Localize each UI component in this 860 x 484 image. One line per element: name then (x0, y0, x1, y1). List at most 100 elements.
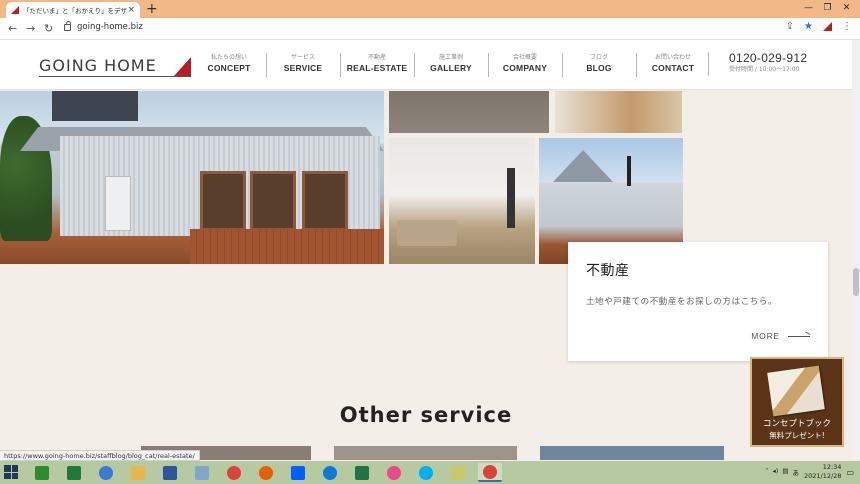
site-header: GOING HOME 私たちの想い CONCEPT サービス SERVICE 不… (0, 40, 852, 90)
more-link[interactable]: MORE (751, 331, 810, 341)
taskbar-notes-icon[interactable] (446, 463, 470, 482)
maximize-button[interactable]: ❐ (818, 3, 837, 13)
url-text: going-home.biz (77, 22, 143, 32)
nav-main-label: REAL-ESTATE (346, 63, 408, 73)
card-title: 不動産 (586, 263, 630, 279)
taskbar-excel-icon[interactable] (350, 463, 374, 482)
chevron-up-icon[interactable]: ˄ (765, 467, 768, 477)
app-glyph (227, 465, 241, 480)
app-glyph (323, 465, 337, 480)
nav-sub-label: 施工事例 (438, 54, 463, 61)
volume-icon[interactable]: ◂) (773, 467, 779, 477)
tab-close-icon[interactable]: × (127, 5, 135, 15)
taskbar-chrome-icon[interactable] (222, 463, 246, 482)
sofa-shape (397, 220, 457, 246)
main-nav: 私たちの想い CONCEPT サービス SERVICE 不動産 REAL-EST… (192, 53, 710, 77)
upper-windows (52, 91, 138, 121)
clock-date: 2021/12/28 (803, 472, 842, 480)
menu-icon[interactable]: ⋮ (842, 21, 852, 32)
arrow-right-icon (788, 335, 810, 337)
browser-tab[interactable]: 「ただいま」と「おかえり」をデザインする × (6, 2, 140, 18)
network-icon[interactable]: ▤ (782, 467, 788, 477)
app-glyph (451, 465, 465, 480)
scrollbar-thumb[interactable] (853, 268, 859, 296)
notification-icon[interactable]: ▭ (846, 468, 854, 477)
taskbar-apps (30, 463, 502, 482)
reload-icon[interactable]: ↻ (44, 22, 53, 36)
tab-title: 「ただいま」と「おかえり」をデザインする (23, 7, 127, 15)
living-room-photo (389, 138, 535, 264)
service-thumbnail[interactable] (540, 446, 724, 460)
ime-icon[interactable]: あ (792, 467, 799, 477)
taskbar-dropbox-icon[interactable] (286, 463, 310, 482)
nav-item-concept[interactable]: 私たちの想い CONCEPT (192, 53, 266, 77)
minimize-button[interactable]: — (799, 3, 818, 13)
nav-item-company[interactable]: 会社概要 COMPANY (488, 53, 562, 77)
window-shape (200, 171, 246, 231)
book-image (767, 365, 825, 417)
address-bar: ← → ↻ going-home.biz ⇪ ★ ⋮ (0, 18, 860, 40)
phone-block[interactable]: 0120-029-912 受付時間 / 10:00〜17:00 (708, 52, 807, 76)
close-window-button[interactable]: ✕ (837, 3, 856, 13)
banner-title: コンセプトブック (762, 419, 831, 429)
app-glyph (67, 465, 81, 480)
taskbar-excel-green-icon[interactable] (62, 463, 86, 482)
taskbar-edge-icon[interactable] (318, 463, 342, 482)
nav-sub-label: 私たちの想い (210, 54, 247, 61)
page-scrollbar[interactable] (852, 40, 860, 460)
system-tray: ˄ ◂) ▤ あ 12:34 2021/12/28 ▭ (765, 463, 854, 481)
tray-icons: ˄ ◂) ▤ あ (765, 467, 799, 477)
logo-mark-icon (174, 57, 191, 76)
nav-main-label: COMPANY (502, 63, 548, 73)
taskbar-clock[interactable]: 12:34 2021/12/28 (804, 463, 841, 481)
back-icon[interactable]: ← (8, 22, 17, 36)
app-glyph (259, 465, 273, 480)
window-shape (250, 171, 296, 231)
nav-item-service[interactable]: サービス SERVICE (266, 53, 340, 77)
nav-main-label: BLOG (586, 63, 612, 73)
bookmark-star-icon[interactable]: ★ (804, 21, 813, 32)
phone-number: 0120-029-912 (729, 51, 808, 65)
new-tab-button[interactable]: + (146, 1, 158, 17)
banner-subtitle: 無料プレゼント! (769, 431, 825, 440)
nav-item-blog[interactable]: ブログ BLOG (562, 53, 636, 77)
taskbar-chrome-active-icon[interactable] (478, 463, 502, 482)
app-glyph (195, 465, 209, 480)
real-estate-card[interactable]: 不動産 土地や戸建ての不動産をお探しの方はこちら。 MORE (568, 242, 828, 361)
taskbar-explorer-icon[interactable] (126, 463, 150, 482)
app-glyph (291, 465, 305, 480)
more-label: MORE (751, 331, 780, 341)
url-field[interactable]: going-home.biz (64, 20, 143, 32)
card-description: 土地や戸建ての不動産をお探しの方はこちら。 (586, 297, 778, 307)
extension-icon[interactable] (823, 22, 832, 31)
taskbar-store-icon[interactable] (30, 463, 54, 482)
nav-main-label: SERVICE (283, 63, 323, 73)
window-shape (302, 171, 348, 231)
forward-icon[interactable]: → (26, 22, 35, 36)
nav-item-real-estate[interactable]: 不動産 REAL-ESTATE (340, 53, 414, 77)
concept-book-banner[interactable]: コンセプトブック 無料プレゼント! (750, 357, 844, 447)
nav-sub-label: サービス (290, 54, 315, 61)
clock-time: 12:34 (822, 463, 842, 471)
taskbar-itunes-icon[interactable] (382, 463, 406, 482)
taskbar-skype-icon[interactable] (414, 463, 438, 482)
taskbar-info-icon[interactable] (94, 463, 118, 482)
windows-start-icon[interactable] (4, 465, 18, 479)
chimney-shape (627, 156, 631, 186)
address-bar-actions: ⇪ ★ ⋮ (786, 21, 852, 32)
nav-item-contact[interactable]: お問い合わせ CONTACT (636, 53, 710, 77)
taskbar-photos-icon[interactable] (190, 463, 214, 482)
app-glyph (35, 465, 49, 480)
nav-sub-label: 不動産 (367, 54, 386, 61)
taskbar-word-icon[interactable] (158, 463, 182, 482)
nav-item-gallery[interactable]: 施工事例 GALLERY (414, 53, 488, 77)
windows-taskbar: ˄ ◂) ▤ あ 12:34 2021/12/28 ▭ (0, 461, 860, 484)
app-glyph (387, 465, 401, 480)
section-title: Other service (339, 403, 513, 427)
taskbar-firefox-icon[interactable] (254, 463, 278, 482)
site-logo[interactable]: GOING HOME (39, 53, 191, 77)
tab-strip: 「ただいま」と「おかえり」をデザインする × + — ❐ ✕ (0, 0, 860, 18)
lock-icon (64, 20, 71, 31)
share-icon[interactable]: ⇪ (786, 21, 794, 32)
service-thumbnail[interactable] (334, 446, 517, 460)
